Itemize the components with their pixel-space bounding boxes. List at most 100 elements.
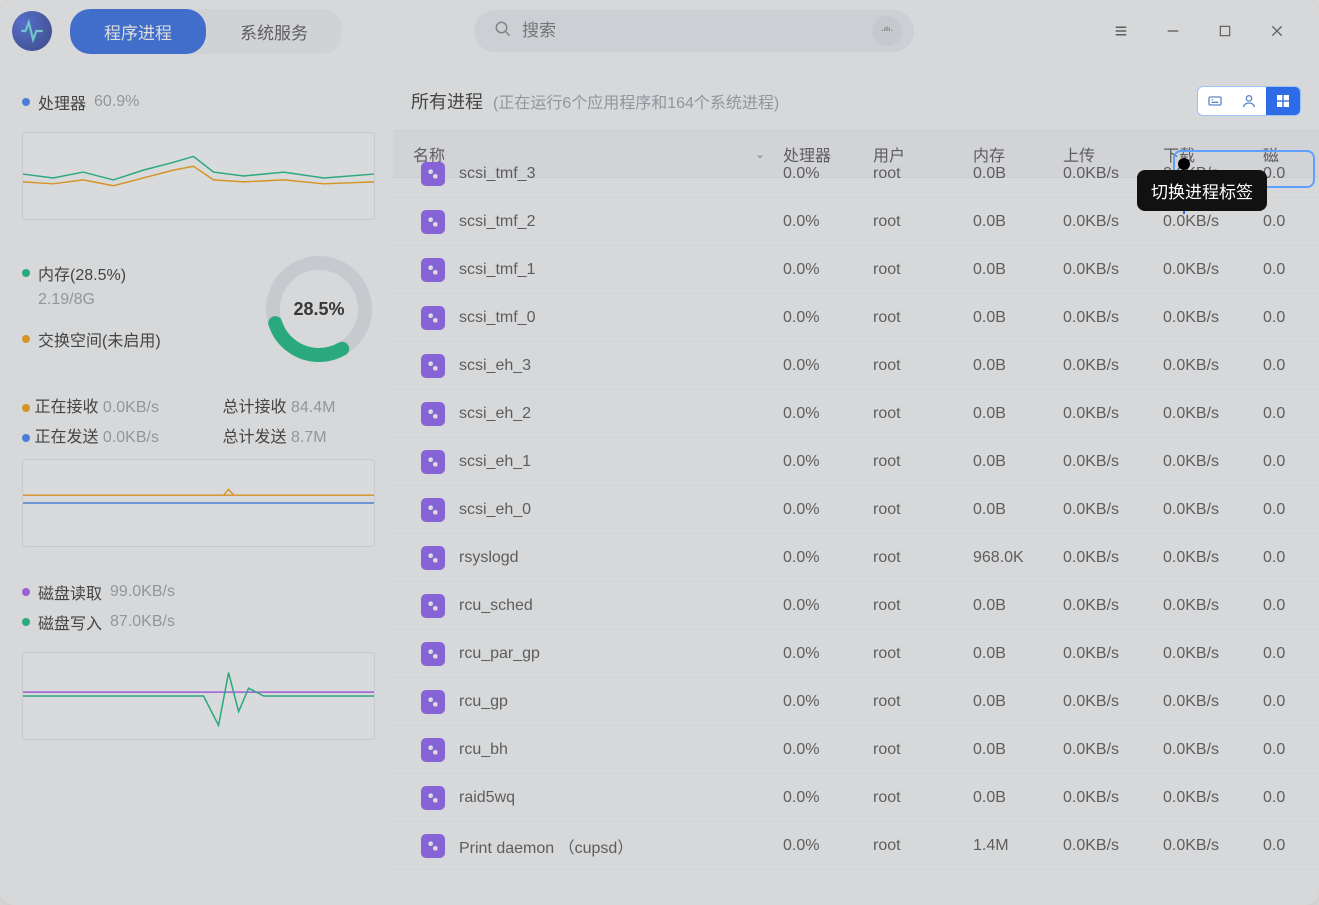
cell-disk: 0.0 [1263, 645, 1313, 663]
table-row[interactable]: rcu_gp0.0%root0.0B0.0KB/s0.0KB/s0.0 [393, 678, 1319, 726]
memory-donut: 28.5% [263, 253, 375, 365]
cpu-block: 处理器 60.9% [22, 90, 375, 225]
voice-icon[interactable] [872, 16, 902, 46]
view-toggle-label-icon[interactable] [1198, 87, 1232, 115]
cell-dn: 0.0KB/s [1163, 549, 1263, 567]
menu-icon[interactable] [1109, 19, 1133, 43]
sort-chevron-down-icon: ⌄ [755, 147, 783, 161]
search-box[interactable] [474, 10, 914, 52]
table-row[interactable]: scsi_eh_20.0%root0.0B0.0KB/s0.0KB/s0.0 [393, 390, 1319, 438]
col-mem[interactable]: 内存 [973, 142, 1063, 166]
col-cpu[interactable]: 处理器 [783, 142, 873, 166]
table-row[interactable]: scsi_tmf_00.0%root0.0B0.0KB/s0.0KB/s0.0 [393, 294, 1319, 342]
cell-mem: 0.0B [973, 165, 1063, 183]
cell-cpu: 0.0% [783, 309, 873, 327]
process-name: scsi_eh_0 [459, 501, 531, 519]
process-name: scsi_tmf_0 [459, 309, 535, 327]
cell-up: 0.0KB/s [1063, 453, 1163, 471]
net-tx-label: 正在发送 [34, 429, 98, 446]
cell-disk: 0.0 [1263, 693, 1313, 711]
cell-user: root [873, 309, 973, 327]
cell-disk: 0.0 [1263, 453, 1313, 471]
table-row[interactable]: scsi_eh_30.0%root0.0B0.0KB/s0.0KB/s0.0 [393, 342, 1319, 390]
table-row[interactable]: rcu_bh0.0%root0.0B0.0KB/s0.0KB/s0.0 [393, 726, 1319, 774]
disk-r-label: 磁盘读取 [38, 580, 102, 604]
tab-processes[interactable]: 程序进程 [70, 9, 206, 54]
cpu-chart [22, 132, 375, 220]
process-name: scsi_eh_1 [459, 453, 531, 471]
process-name: scsi_tmf_1 [459, 261, 535, 279]
maximize-icon[interactable] [1213, 19, 1237, 43]
cell-dn: 0.0KB/s [1163, 789, 1263, 807]
tx-dot-icon [22, 434, 30, 442]
col-disk[interactable]: 磁 [1263, 142, 1313, 166]
process-name: Print daemon （cupsd） [459, 834, 633, 858]
disk-w-label: 磁盘写入 [38, 610, 102, 634]
cell-cpu: 0.0% [783, 789, 873, 807]
minimize-icon[interactable] [1161, 19, 1185, 43]
sidebar: 处理器 60.9% 内存(28.5%) 2.19/8G 交换空间(未启用) [0, 62, 393, 905]
table-row[interactable]: scsi_eh_00.0%root0.0B0.0KB/s0.0KB/s0.0 [393, 486, 1319, 534]
cpu-dot-icon [22, 98, 30, 106]
cell-dn: 0.0KB/s [1163, 741, 1263, 759]
cell-user: root [873, 405, 973, 423]
cell-mem: 0.0B [973, 213, 1063, 231]
process-name: rsyslogd [459, 549, 519, 567]
cell-cpu: 0.0% [783, 357, 873, 375]
process-icon [421, 642, 445, 666]
cell-user: root [873, 213, 973, 231]
network-chart [22, 459, 375, 547]
mem-label: 内存(28.5%) [38, 261, 126, 285]
cell-cpu: 0.0% [783, 453, 873, 471]
table-row[interactable]: Print daemon （cupsd）0.0%root1.4M0.0KB/s0… [393, 822, 1319, 870]
process-name: scsi_tmf_3 [459, 165, 535, 183]
table-row[interactable]: rcu_par_gp0.0%root0.0B0.0KB/s0.0KB/s0.0 [393, 630, 1319, 678]
net-tx-total-value: 8.7M [291, 429, 327, 446]
view-toggle [1197, 86, 1301, 116]
disk-block: 磁盘读取 99.0KB/s 磁盘写入 87.0KB/s [22, 580, 375, 745]
process-icon [421, 594, 445, 618]
net-tx-value: 0.0KB/s [103, 429, 159, 446]
view-toggle-grid-icon[interactable] [1266, 87, 1300, 115]
process-icon [421, 546, 445, 570]
page-title: 所有进程 [411, 88, 483, 114]
cell-mem: 0.0B [973, 789, 1063, 807]
cell-mem: 0.0B [973, 405, 1063, 423]
cell-cpu: 0.0% [783, 213, 873, 231]
process-icon [421, 786, 445, 810]
table-row[interactable]: scsi_tmf_10.0%root0.0B0.0KB/s0.0KB/s0.0 [393, 246, 1319, 294]
table-row[interactable]: Power daemon （upowerd）0.0%root1.2M0.0KB/… [393, 870, 1319, 873]
cell-mem: 1.4M [973, 837, 1063, 855]
process-icon [421, 738, 445, 762]
col-user[interactable]: 用户 [873, 142, 973, 166]
table-row[interactable]: scsi_eh_10.0%root0.0B0.0KB/s0.0KB/s0.0 [393, 438, 1319, 486]
cell-mem: 0.0B [973, 501, 1063, 519]
cell-cpu: 0.0% [783, 693, 873, 711]
table-row[interactable]: scsi_tmf_20.0%root0.0B0.0KB/s0.0KB/s0.0 [393, 198, 1319, 246]
tab-services[interactable]: 系统服务 [206, 9, 342, 54]
main-panel: 所有进程 (正在运行6个应用程序和164个系统进程) 名称⌄ 处理器 用户 内存… [393, 62, 1319, 905]
cell-dn: 0.0KB/s [1163, 453, 1263, 471]
cell-disk: 0.0 [1263, 357, 1313, 375]
col-up[interactable]: 上传 [1063, 142, 1163, 166]
cell-cpu: 0.0% [783, 741, 873, 759]
cell-user: root [873, 165, 973, 183]
table-row[interactable]: rcu_sched0.0%root0.0B0.0KB/s0.0KB/s0.0 [393, 582, 1319, 630]
cell-up: 0.0KB/s [1063, 837, 1163, 855]
cell-user: root [873, 741, 973, 759]
cell-user: root [873, 597, 973, 615]
process-table-body[interactable]: scsi_tmf_30.0%root0.0B0.0KB/s0.0KB/s0.0s… [393, 150, 1319, 873]
cell-dn: 0.0KB/s [1163, 357, 1263, 375]
cell-up: 0.0KB/s [1063, 693, 1163, 711]
search-input[interactable] [522, 21, 872, 41]
process-icon [421, 450, 445, 474]
cell-mem: 0.0B [973, 309, 1063, 327]
cell-dn: 0.0KB/s [1163, 213, 1263, 231]
cell-user: root [873, 837, 973, 855]
close-icon[interactable] [1265, 19, 1289, 43]
table-row[interactable]: rsyslogd0.0%root968.0K0.0KB/s0.0KB/s0.0 [393, 534, 1319, 582]
table-row[interactable]: raid5wq0.0%root0.0B0.0KB/s0.0KB/s0.0 [393, 774, 1319, 822]
view-toggle-user-icon[interactable] [1232, 87, 1266, 115]
page-subtitle: (正在运行6个应用程序和164个系统进程) [493, 89, 779, 113]
cell-mem: 0.0B [973, 597, 1063, 615]
